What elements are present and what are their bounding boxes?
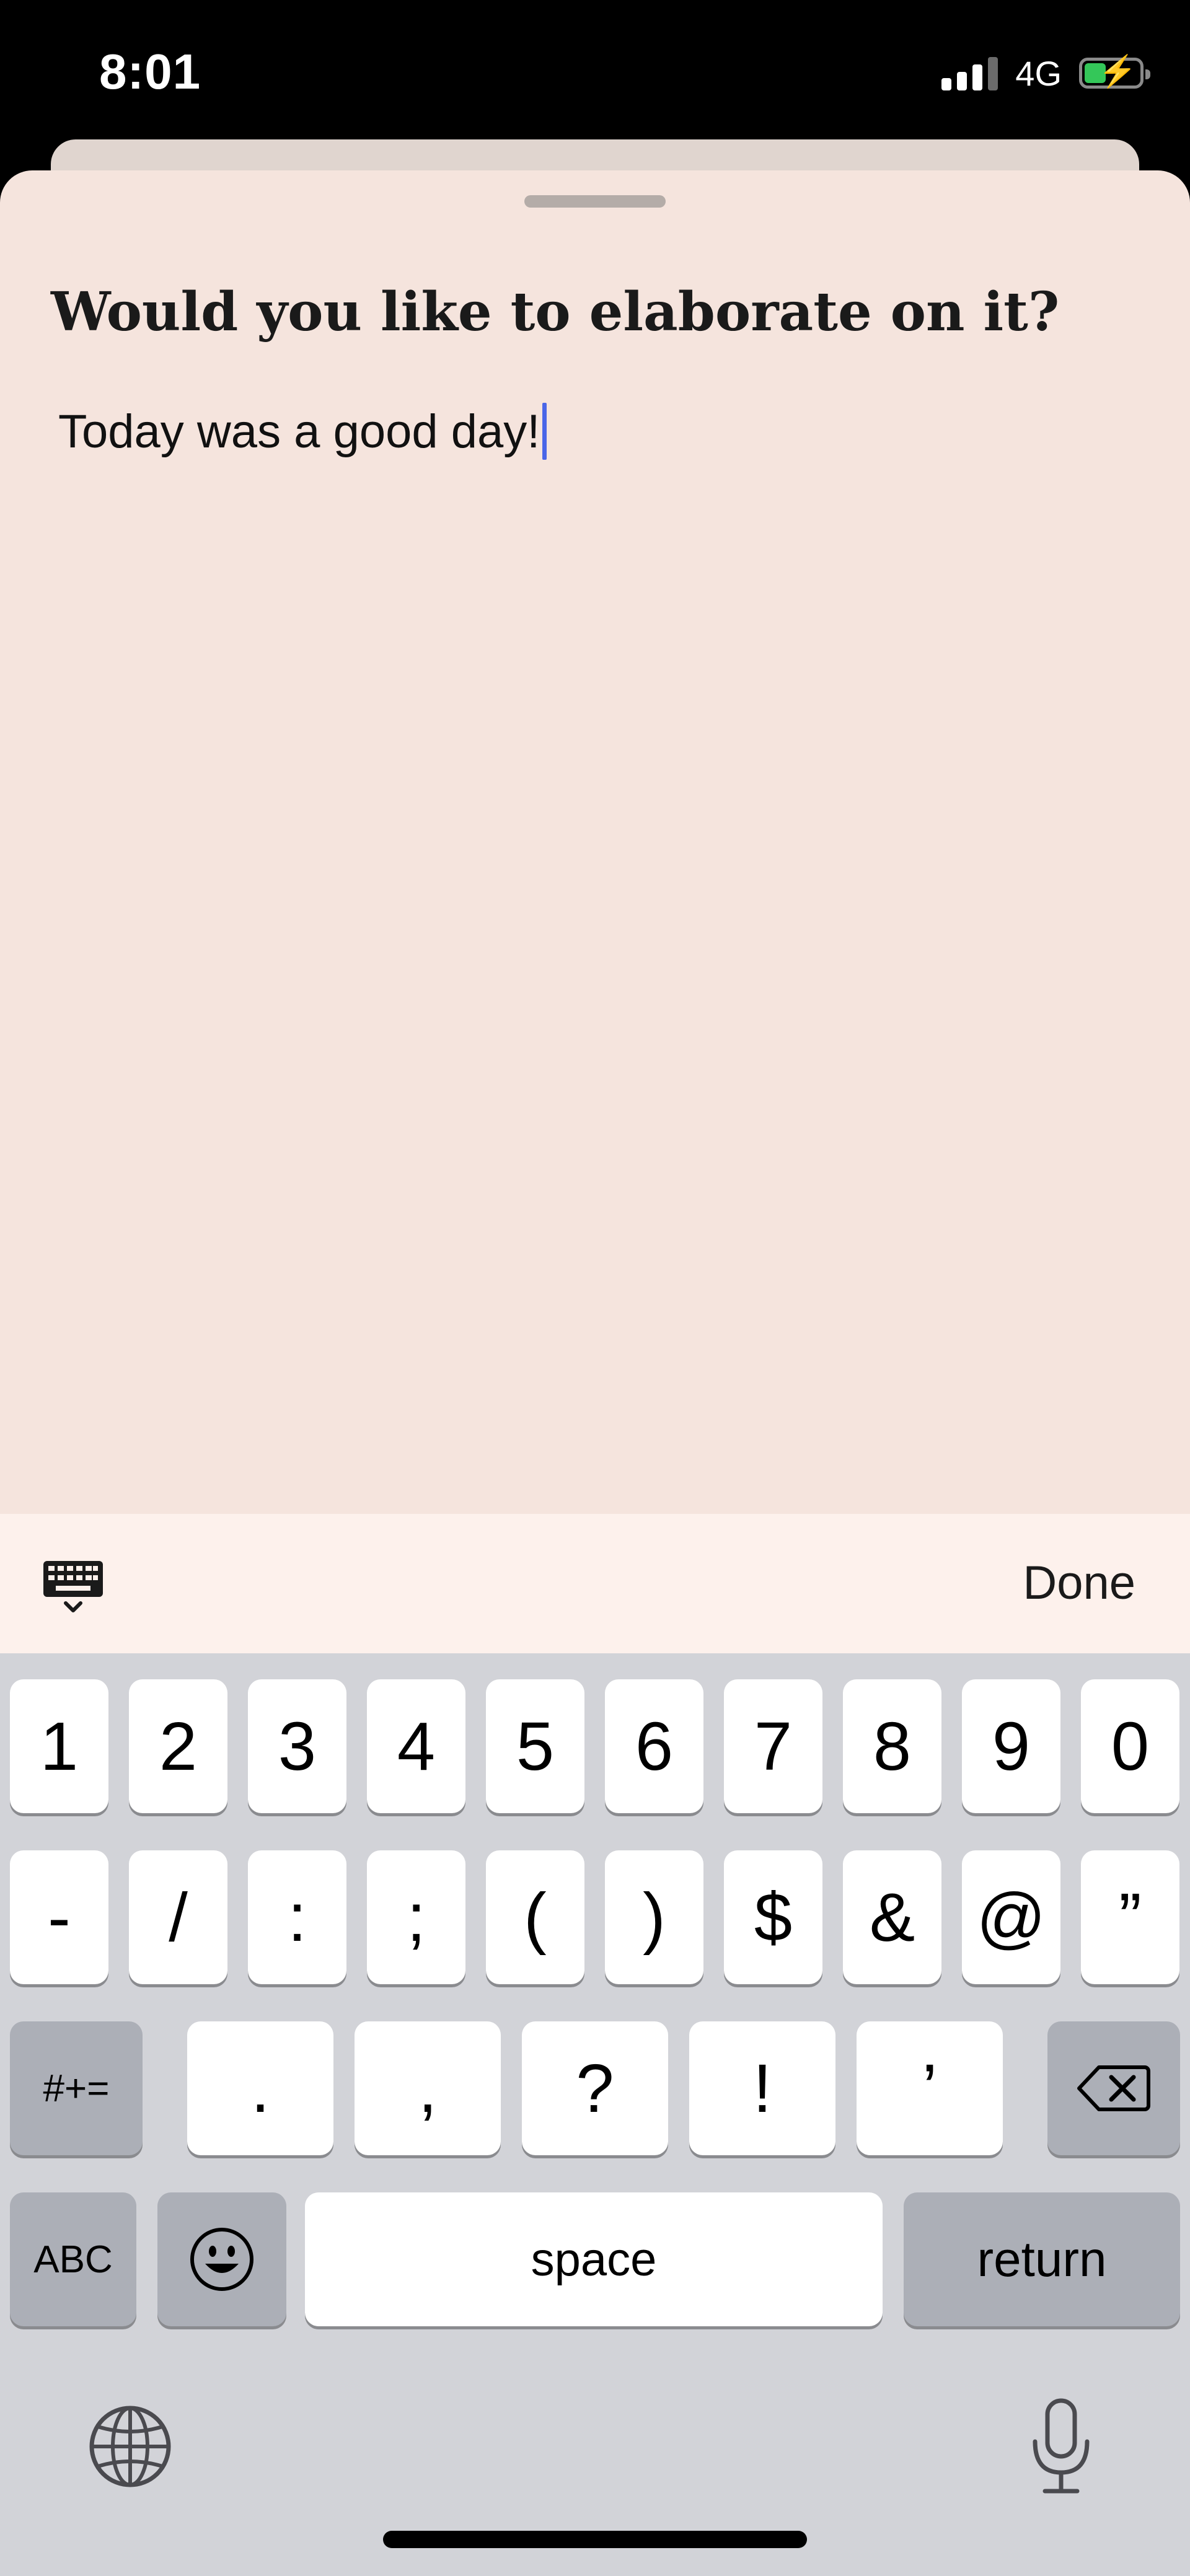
- delete-key[interactable]: [1047, 2021, 1180, 2155]
- key-2[interactable]: 2: [129, 1679, 227, 1813]
- key-question[interactable]: ?: [522, 2021, 668, 2155]
- sheet-grabber[interactable]: [524, 195, 666, 208]
- status-bar: 8:01 4G ⚡: [0, 0, 1190, 139]
- keyboard-dismiss-icon[interactable]: [42, 1558, 104, 1614]
- key-slash[interactable]: /: [129, 1850, 227, 1984]
- cellular-signal-icon: [941, 56, 998, 90]
- key-dollar[interactable]: $: [724, 1850, 822, 1984]
- key-6[interactable]: 6: [605, 1679, 703, 1813]
- space-key[interactable]: space: [305, 2192, 883, 2326]
- return-key[interactable]: return: [904, 2192, 1180, 2326]
- key-comma[interactable]: ,: [355, 2021, 501, 2155]
- entry-text-area[interactable]: Today was a good day!: [58, 403, 547, 460]
- emoji-icon: [190, 2228, 253, 2291]
- key-5[interactable]: 5: [486, 1679, 584, 1813]
- key-period[interactable]: .: [187, 2021, 333, 2155]
- home-indicator[interactable]: [383, 2531, 807, 2548]
- symbols-mode-key[interactable]: #+=: [10, 2021, 143, 2155]
- text-caret: [542, 403, 547, 460]
- key-7[interactable]: 7: [724, 1679, 822, 1813]
- key-9[interactable]: 9: [962, 1679, 1060, 1813]
- key-exclamation[interactable]: !: [689, 2021, 835, 2155]
- key-open-paren[interactable]: (: [486, 1850, 584, 1984]
- entry-text: Today was a good day!: [58, 405, 540, 458]
- key-3[interactable]: 3: [248, 1679, 346, 1813]
- key-at[interactable]: @: [962, 1850, 1060, 1984]
- key-hyphen[interactable]: -: [10, 1850, 108, 1984]
- emoji-key[interactable]: [157, 2192, 286, 2326]
- elaborate-sheet: Would you like to elaborate on it? Today…: [0, 170, 1190, 1515]
- key-1[interactable]: 1: [10, 1679, 108, 1813]
- microphone-icon[interactable]: [1024, 2397, 1098, 2496]
- abc-key[interactable]: ABC: [10, 2192, 136, 2326]
- key-colon[interactable]: :: [248, 1850, 346, 1984]
- key-close-paren[interactable]: ): [605, 1850, 703, 1984]
- delete-icon: [1077, 2065, 1150, 2111]
- key-apostrophe[interactable]: ’: [857, 2021, 1003, 2155]
- sheet-title: Would you like to elaborate on it?: [51, 281, 1060, 343]
- key-double-quote[interactable]: ”: [1081, 1850, 1179, 1984]
- key-8[interactable]: 8: [843, 1679, 941, 1813]
- network-type: 4G: [1015, 53, 1062, 93]
- battery-charging-icon: ⚡: [1079, 56, 1150, 89]
- key-ampersand[interactable]: &: [843, 1850, 941, 1984]
- key-0[interactable]: 0: [1081, 1679, 1179, 1813]
- key-4[interactable]: 4: [367, 1679, 465, 1813]
- globe-icon[interactable]: [87, 2403, 174, 2490]
- status-time: 8:01: [99, 44, 201, 99]
- status-indicators: 4G ⚡: [941, 53, 1150, 93]
- numeric-keyboard: 1 2 3 4 5 6 7 8 9 0 - / : ; ( ) $ & @ ” …: [0, 1653, 1190, 2576]
- keyboard-accessory-bar: Done: [0, 1514, 1190, 1653]
- done-button[interactable]: Done: [1023, 1556, 1135, 1610]
- key-semicolon[interactable]: ;: [367, 1850, 465, 1984]
